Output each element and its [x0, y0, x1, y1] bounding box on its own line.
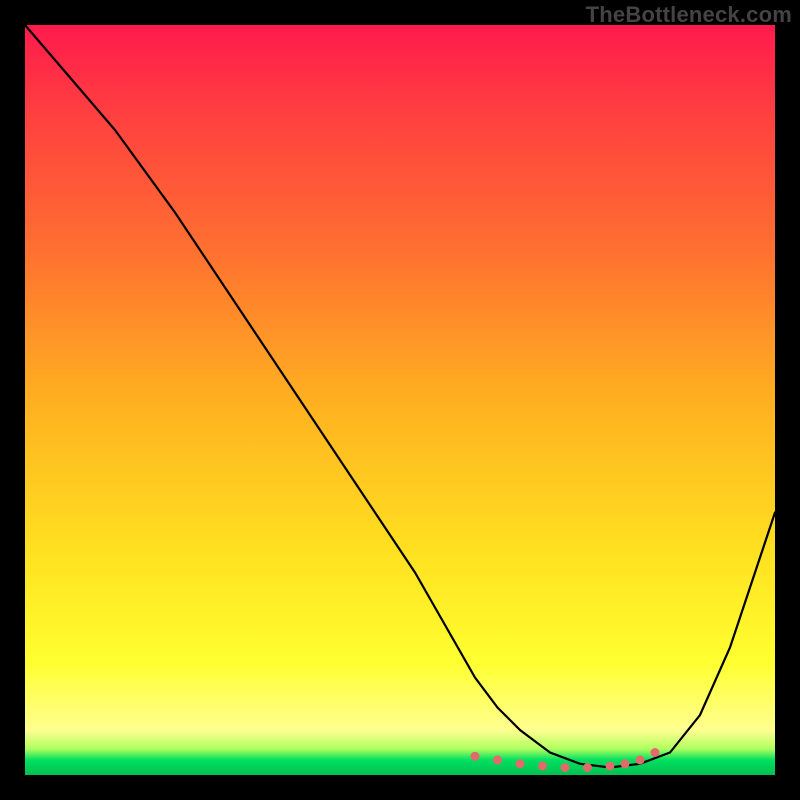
valley-dot — [493, 756, 502, 765]
valley-dot — [561, 763, 570, 772]
main-curve — [25, 25, 775, 768]
chart-frame: TheBottleneck.com — [0, 0, 800, 800]
valley-dot — [636, 756, 645, 765]
valley-dot — [471, 752, 480, 761]
valley-dot — [651, 748, 660, 757]
valley-dot — [621, 759, 630, 768]
valley-dot — [516, 759, 525, 768]
valley-dots — [471, 748, 660, 772]
valley-dot — [606, 762, 615, 771]
valley-dot — [538, 762, 547, 771]
curve-layer — [25, 25, 775, 775]
plot-area — [25, 25, 775, 775]
valley-dot — [583, 763, 592, 772]
